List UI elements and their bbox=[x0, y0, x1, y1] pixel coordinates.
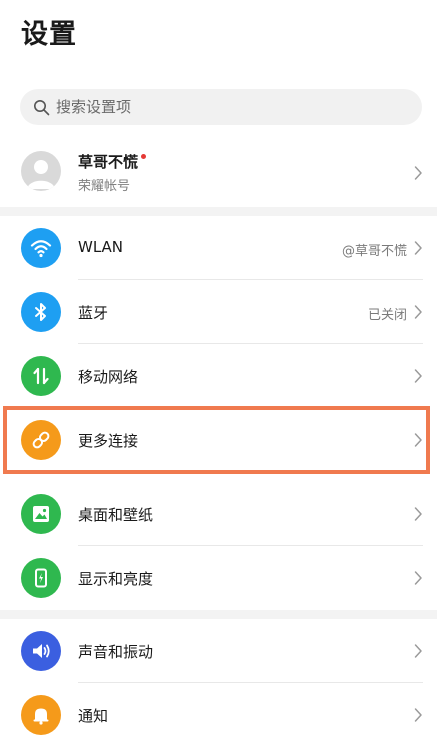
wifi-icon bbox=[21, 228, 61, 268]
account-subtitle: 荣耀帐号 bbox=[78, 179, 131, 194]
settings-item-label: 移动网络 bbox=[78, 368, 139, 386]
settings-item-more-connections[interactable]: 更多连接 bbox=[0, 408, 437, 472]
settings-item-wallpaper[interactable]: 桌面和壁纸 bbox=[0, 482, 437, 546]
settings-item-bluetooth[interactable]: 蓝牙 已关闭 bbox=[0, 280, 437, 344]
settings-item-label: WLAN bbox=[78, 238, 124, 256]
settings-item-notifications[interactable]: 通知 bbox=[0, 683, 437, 747]
settings-item-wlan[interactable]: WLAN @草哥不慌 bbox=[0, 216, 437, 280]
section-separator bbox=[0, 207, 437, 216]
chevron-right-icon bbox=[414, 241, 422, 255]
wlan-status: @草哥不慌 bbox=[341, 244, 407, 259]
display-icon bbox=[21, 558, 61, 598]
avatar bbox=[21, 151, 61, 191]
chevron-right-icon bbox=[414, 305, 422, 319]
chevron-right-icon bbox=[414, 369, 422, 383]
settings-item-display[interactable]: 显示和亮度 bbox=[0, 546, 437, 610]
chevron-right-icon bbox=[414, 708, 422, 722]
settings-item-mobile-network[interactable]: 移动网络 bbox=[0, 344, 437, 408]
bluetooth-status: 已关闭 bbox=[367, 308, 407, 323]
chevron-right-icon bbox=[414, 644, 422, 658]
link-icon bbox=[21, 420, 61, 460]
section-separator bbox=[0, 610, 437, 619]
settings-item-label: 声音和振动 bbox=[78, 643, 154, 661]
account-name: 草哥不慌 bbox=[78, 151, 147, 172]
chevron-right-icon bbox=[414, 166, 422, 180]
notification-dot bbox=[141, 154, 147, 159]
search-icon bbox=[34, 99, 50, 115]
settings-item-label: 桌面和壁纸 bbox=[78, 506, 154, 524]
search-input[interactable] bbox=[56, 98, 356, 116]
chevron-right-icon bbox=[414, 433, 422, 447]
settings-item-label: 蓝牙 bbox=[78, 304, 109, 322]
notification-bell-icon bbox=[21, 695, 61, 735]
settings-item-label: 显示和亮度 bbox=[78, 570, 154, 588]
settings-item-sound[interactable]: 声音和振动 bbox=[0, 619, 437, 683]
chevron-right-icon bbox=[414, 571, 422, 585]
user-avatar-icon bbox=[27, 160, 55, 189]
account-row[interactable]: 草哥不慌 荣耀帐号 bbox=[0, 142, 437, 204]
mobile-data-icon bbox=[21, 356, 61, 396]
sound-icon bbox=[21, 631, 61, 671]
search-bar[interactable] bbox=[20, 89, 422, 125]
settings-item-label: 通知 bbox=[78, 707, 109, 725]
page-title: 设置 bbox=[21, 19, 77, 50]
settings-item-label: 更多连接 bbox=[78, 432, 139, 450]
bluetooth-icon bbox=[21, 292, 61, 332]
wallpaper-icon bbox=[21, 494, 61, 534]
chevron-right-icon bbox=[414, 507, 422, 521]
